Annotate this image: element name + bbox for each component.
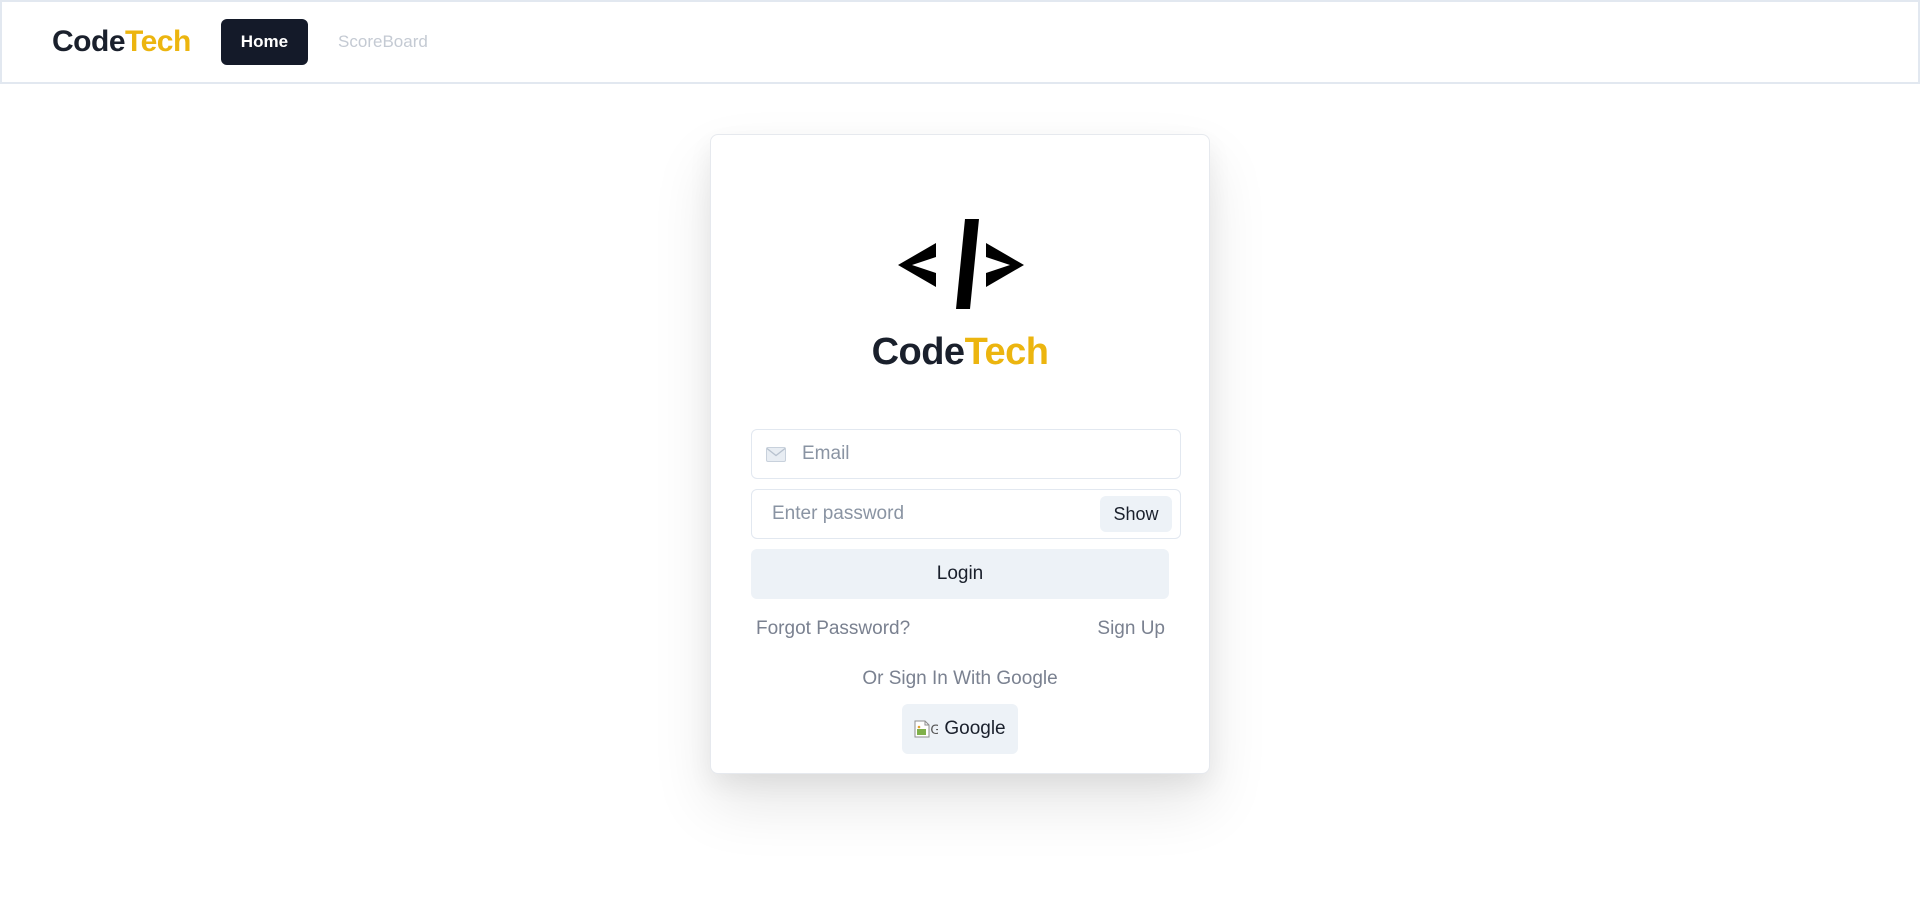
card-brand-tech: Tech xyxy=(964,331,1049,373)
mail-icon xyxy=(766,447,786,462)
nav-home-button[interactable]: Home xyxy=(220,19,309,65)
forgot-password-link[interactable]: Forgot Password? xyxy=(756,618,910,640)
email-field-group xyxy=(751,429,1181,479)
nav-scoreboard-link[interactable]: ScoreBoard xyxy=(338,32,428,52)
login-card: CodeTech Show Login Forgot Password? Sig… xyxy=(710,134,1210,774)
google-sign-in-button[interactable]: G Google xyxy=(902,704,1018,754)
card-brand-title: CodeTech xyxy=(711,331,1209,374)
card-brand-code: Code xyxy=(871,331,966,373)
brand-logo[interactable]: CodeTech xyxy=(52,25,191,59)
password-input[interactable] xyxy=(772,490,1092,538)
sign-up-link[interactable]: Sign Up xyxy=(1097,618,1165,640)
password-field-group: Show xyxy=(751,489,1181,539)
login-button[interactable]: Login xyxy=(751,549,1169,599)
brand-tech-text: Tech xyxy=(125,25,191,58)
code-brackets-icon xyxy=(898,219,1024,309)
broken-image-icon: G xyxy=(914,718,938,740)
google-img-alt-text: G xyxy=(930,721,939,737)
top-navbar: CodeTech Home ScoreBoard xyxy=(0,0,1920,84)
or-sign-in-google-text: Or Sign In With Google xyxy=(862,668,1058,689)
google-button-label: Google xyxy=(944,718,1006,739)
show-password-button[interactable]: Show xyxy=(1100,496,1172,532)
brand-code-text: Code xyxy=(52,25,126,58)
email-input[interactable] xyxy=(802,430,1172,478)
